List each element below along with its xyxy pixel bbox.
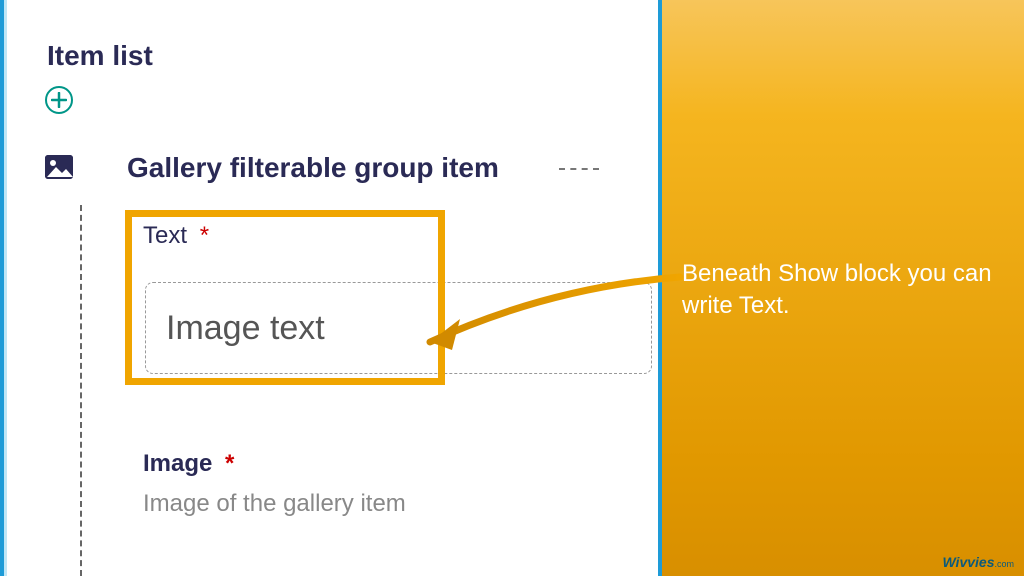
required-asterisk: * xyxy=(200,222,209,249)
text-field-label: Text * xyxy=(143,222,209,250)
brand-watermark: Wivvies.com xyxy=(942,554,1014,570)
image-label-text: Image xyxy=(143,450,212,477)
annotation-text: Beneath Show block you can write Text. xyxy=(682,258,1012,323)
plus-icon xyxy=(51,92,67,108)
item-dash-connector xyxy=(559,168,599,170)
text-label-text: Text xyxy=(143,222,187,249)
brand-name: Wivvies xyxy=(942,554,994,570)
required-asterisk: * xyxy=(225,450,234,477)
image-field-description: Image of the gallery item xyxy=(143,490,406,518)
image-icon xyxy=(45,155,73,179)
item-title: Gallery filterable group item xyxy=(127,152,499,184)
section-title: Item list xyxy=(47,40,153,72)
stage: Item list Gallery filterable group item … xyxy=(0,0,1024,576)
annotation-panel: Beneath Show block you can write Text. xyxy=(658,0,1024,576)
tree-line xyxy=(80,205,82,576)
main-panel: Item list Gallery filterable group item … xyxy=(7,0,658,576)
add-item-button[interactable] xyxy=(45,86,73,114)
brand-domain: .com xyxy=(994,559,1014,569)
image-field-label: Image * xyxy=(143,450,234,478)
